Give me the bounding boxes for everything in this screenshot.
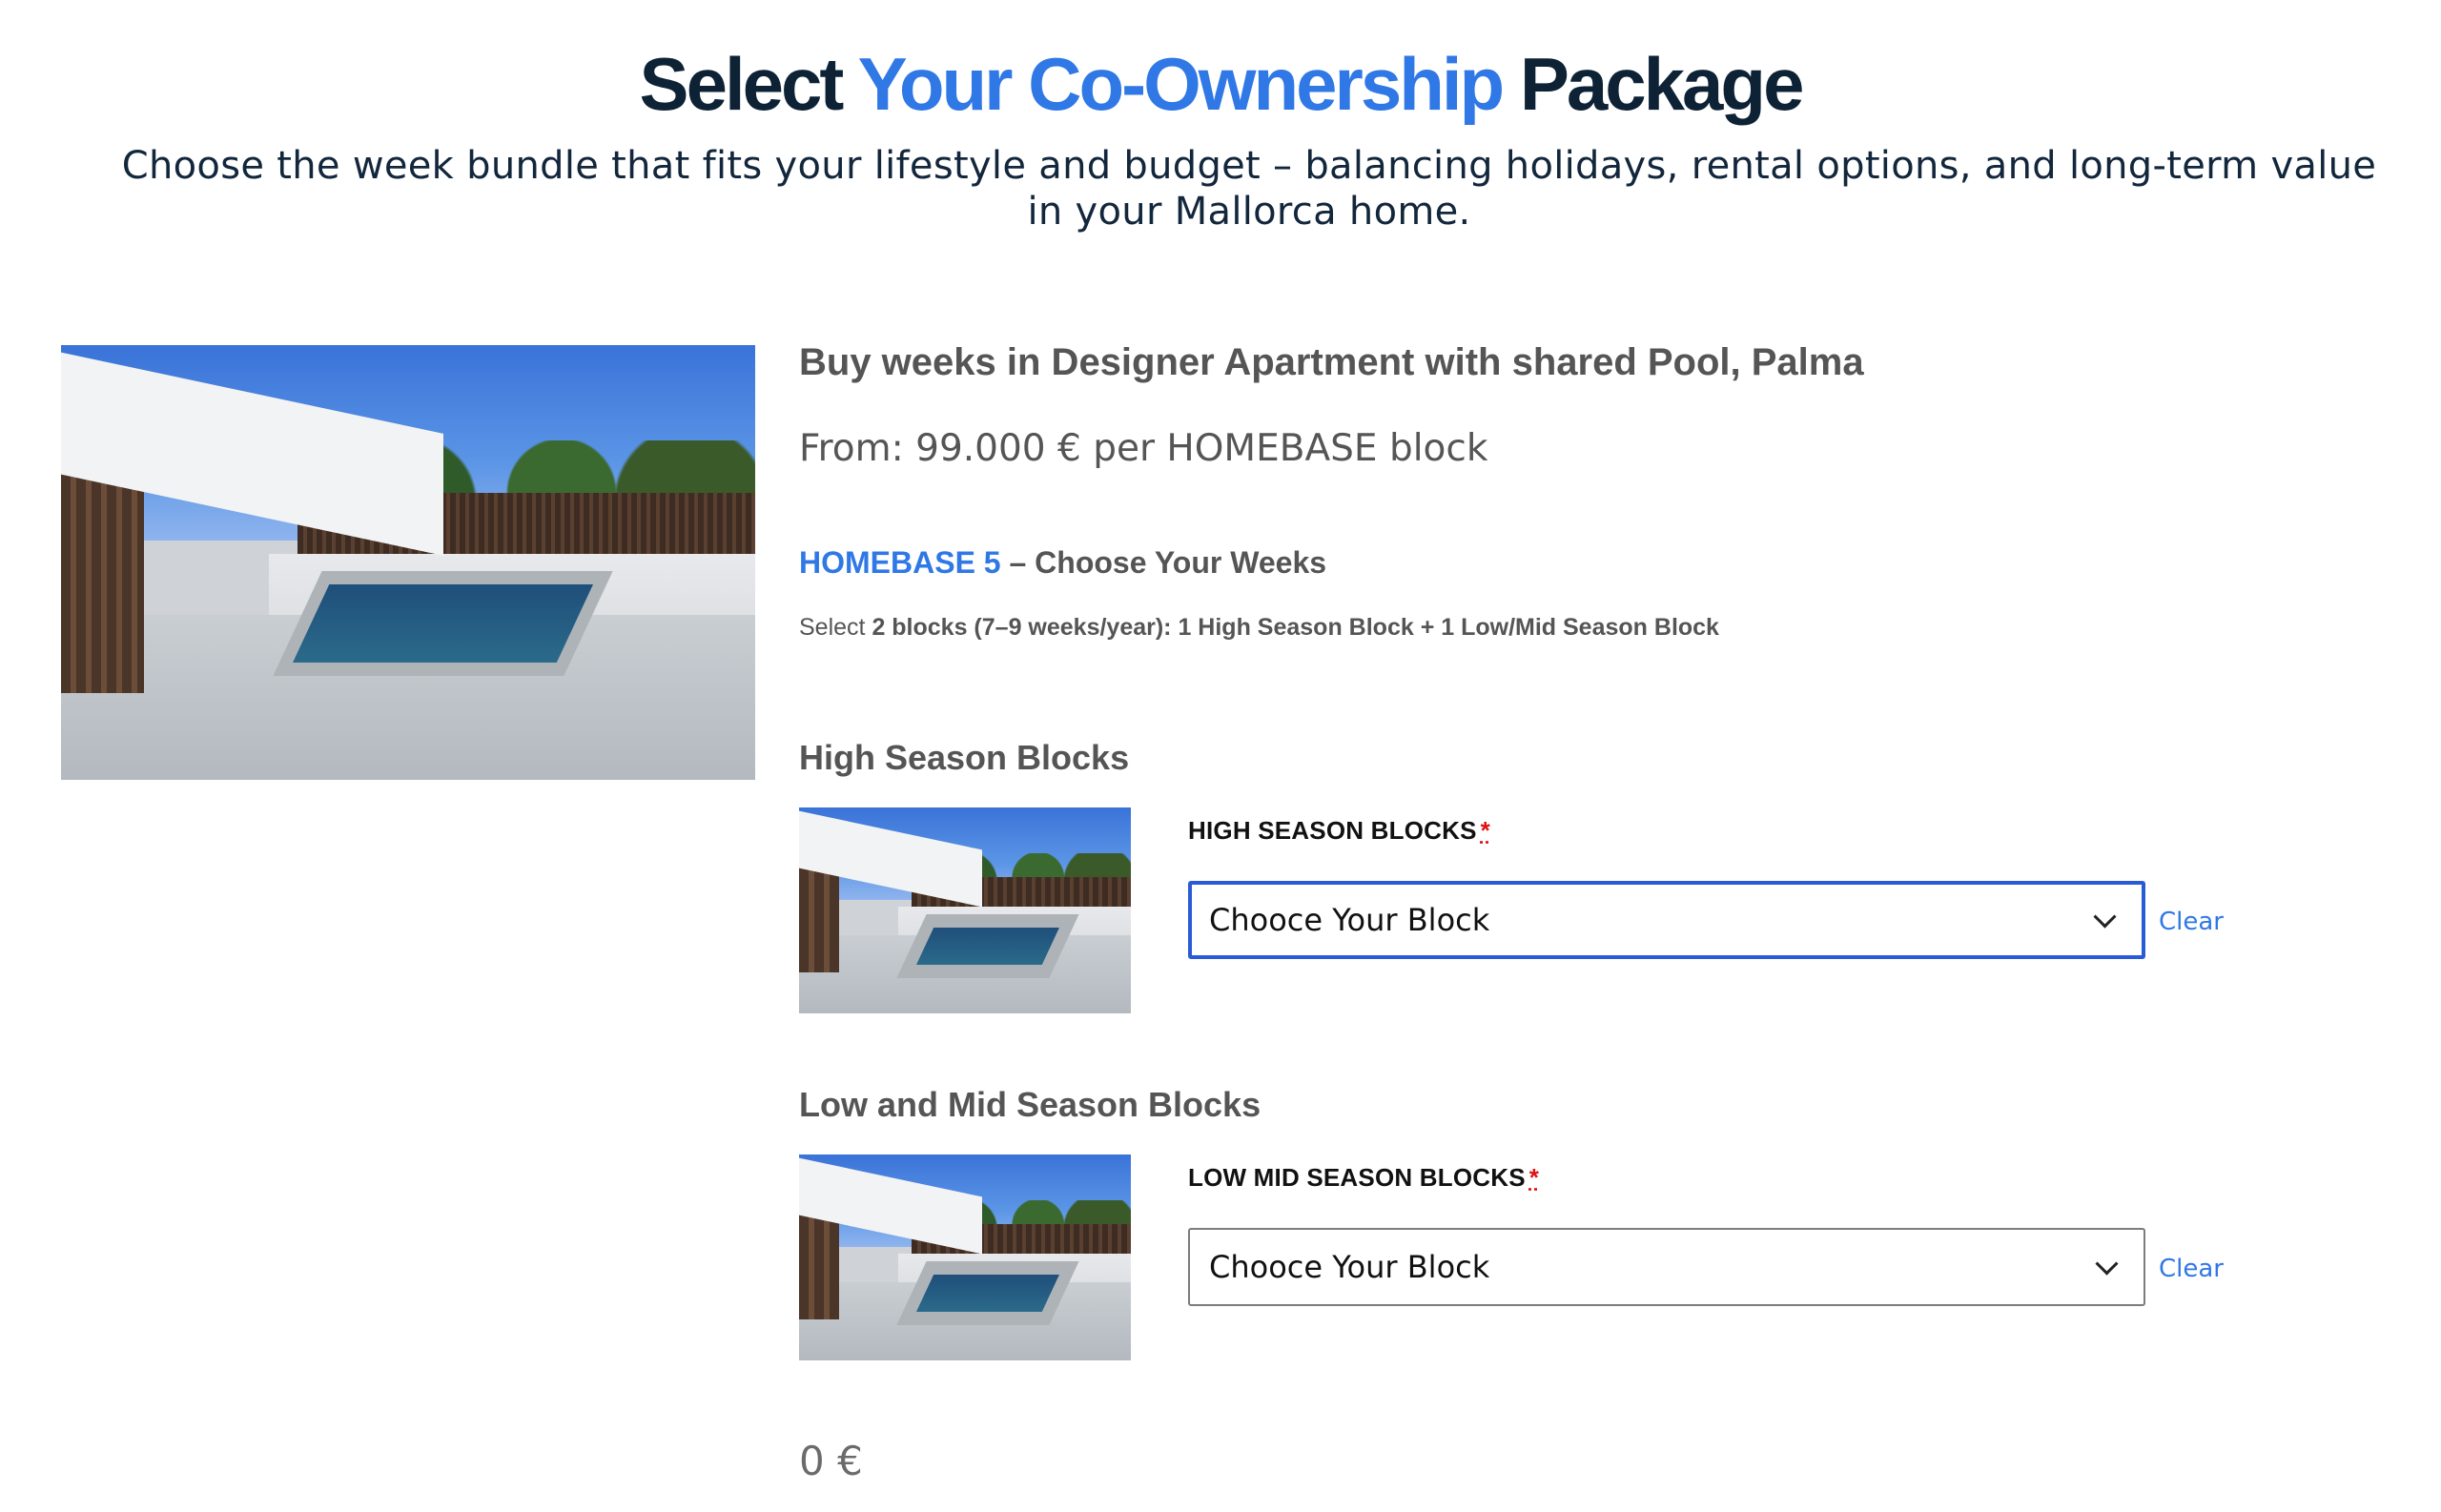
page-title-part2: Package <box>1502 42 1805 126</box>
high-season-thumbnail <box>799 807 1131 1013</box>
high-season-select-value: Chooce Your Block <box>1209 902 1490 938</box>
high-season-select[interactable]: Chooce Your Block <box>1188 881 2145 959</box>
high-season-section-title: High Season Blocks <box>799 738 1130 777</box>
bundle-description: Select 2 blocks (7–9 weeks/year): 1 High… <box>799 614 1719 642</box>
low-mid-season-thumbnail <box>799 1154 1131 1360</box>
low-mid-season-select[interactable]: Chooce Your Block <box>1188 1228 2145 1306</box>
page-title-part1: Select <box>639 42 858 126</box>
product-price: From: 99.000 € per HOMEBASE block <box>799 427 1488 470</box>
product-title: Buy weeks in Designer Apartment with sha… <box>799 341 1864 383</box>
low-mid-season-section-title: Low and Mid Season Blocks <box>799 1085 1262 1124</box>
bundle-subtitle: – Choose Your Weeks <box>1000 545 1327 580</box>
page-title-accent: Your Co-Ownership <box>857 42 1506 126</box>
low-mid-season-select-value: Chooce Your Block <box>1209 1249 1490 1285</box>
total-price: 0 € <box>799 1438 863 1484</box>
page-title: Select Your Co-Ownership Package <box>0 36 2441 132</box>
bundle-heading: HOMEBASE 5 – Choose Your Weeks <box>799 545 1326 581</box>
chevron-down-icon <box>2093 905 2117 929</box>
required-marker: * <box>1480 816 1490 845</box>
low-mid-season-label-text: LOW MID SEASON BLOCKS <box>1188 1163 1526 1192</box>
bundle-name: HOMEBASE 5 <box>799 545 1001 580</box>
required-marker: * <box>1528 1163 1540 1192</box>
chevron-down-icon <box>2095 1252 2119 1276</box>
high-season-clear-link[interactable]: Clear <box>2159 908 2224 936</box>
high-season-label-text: HIGH SEASON BLOCKS <box>1188 816 1477 845</box>
low-mid-season-clear-link[interactable]: Clear <box>2159 1255 2224 1283</box>
product-photo <box>61 345 755 780</box>
bundle-desc-prefix: Select <box>799 614 872 641</box>
low-mid-season-label: LOW MID SEASON BLOCKS * <box>1188 1163 1539 1193</box>
bundle-desc-bold: 2 blocks (7–9 weeks/year): 1 High Season… <box>872 614 1719 641</box>
page-subtitle: Choose the week bundle that fits your li… <box>121 144 2377 234</box>
high-season-label: HIGH SEASON BLOCKS * <box>1188 816 1490 846</box>
